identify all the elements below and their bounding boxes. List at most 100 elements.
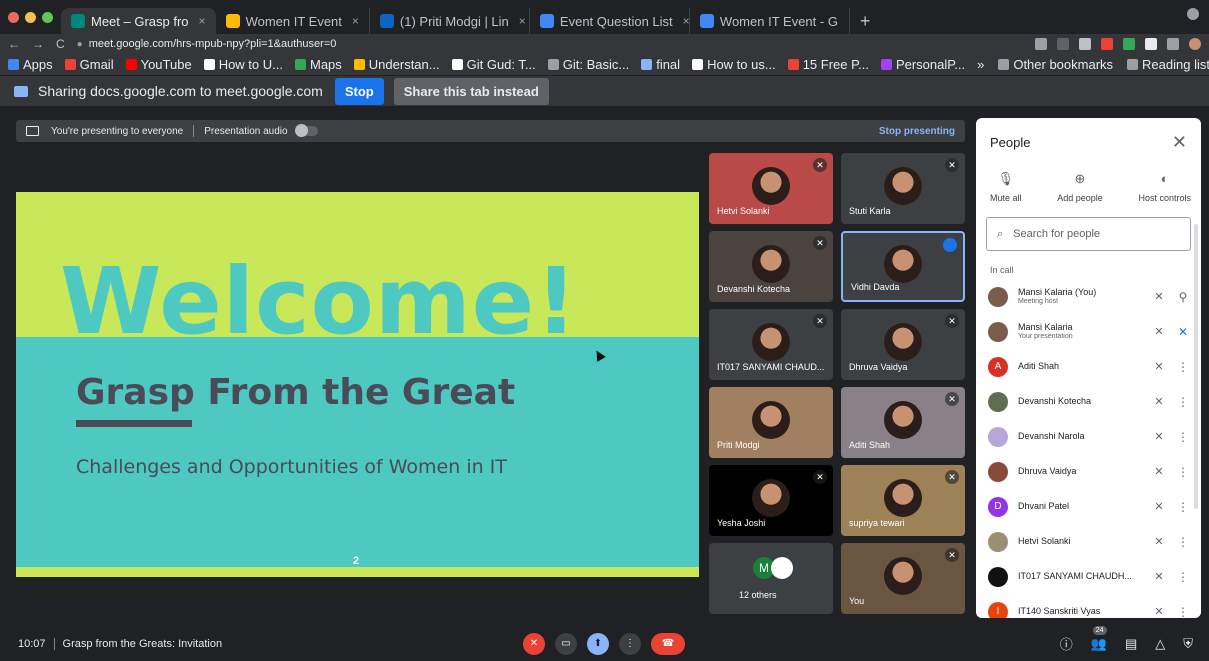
more-vert-icon[interactable]: ⋮ <box>1177 570 1189 584</box>
mic-off-icon[interactable]: ✕ <box>1151 290 1167 303</box>
extension-icon[interactable] <box>1101 38 1113 50</box>
chat-icon[interactable]: ▤ <box>1125 636 1137 652</box>
browser-tab[interactable]: Event Question List × <box>530 8 690 34</box>
present-button[interactable]: ⬆ <box>587 632 609 655</box>
more-vert-icon[interactable]: ⋮ <box>1177 465 1189 479</box>
mic-off-icon[interactable]: ✕ <box>1151 570 1167 583</box>
bookmark-item[interactable]: How to U... <box>203 57 283 72</box>
browser-tab[interactable]: (1) Priti Modgi | Lin × <box>370 8 530 34</box>
participant-row[interactable]: Mansi Kalaria (You) Meeting host ✕ ⚲ <box>976 279 1201 314</box>
unpin-icon[interactable]: ✕ <box>1177 325 1189 339</box>
bookmark-item[interactable]: YouTube <box>125 57 192 72</box>
participant-row[interactable]: D Dhvani Patel ✕ ⋮ <box>976 489 1201 524</box>
participant-row[interactable]: I IT140 Sanskriti Vyas ✕ ⋮ <box>976 594 1201 618</box>
minimize-window-icon[interactable] <box>25 11 36 23</box>
star-icon[interactable] <box>1079 38 1091 50</box>
mic-off-icon[interactable]: ✕ <box>1151 605 1167 618</box>
participant-row[interactable]: A Aditi Shah ✕ ⋮ <box>976 349 1201 384</box>
stop-sharing-button[interactable]: Stop <box>334 77 384 105</box>
mic-off-icon[interactable]: ✕ <box>1151 465 1167 478</box>
tab-close-icon[interactable]: × <box>352 14 359 28</box>
participant-tile[interactable]: Priti Modgi <box>709 387 833 458</box>
chrome-menu-icon[interactable] <box>1187 8 1199 20</box>
tab-close-icon[interactable]: × <box>199 14 206 28</box>
media-icon[interactable] <box>1167 38 1179 50</box>
close-window-icon[interactable] <box>8 11 19 23</box>
url-field[interactable]: ● meet.google.com/hrs-mpub-npy?pli=1&aut… <box>77 38 1023 50</box>
participant-tile[interactable]: Dhruva Vaidya ✕ <box>841 309 965 380</box>
browser-tab[interactable]: Women IT Event × <box>216 8 370 34</box>
maximize-window-icon[interactable] <box>42 11 53 23</box>
back-icon[interactable]: ← <box>8 37 20 51</box>
more-vert-icon[interactable]: ⋮ <box>1177 500 1189 514</box>
participant-tile[interactable]: Vidhi Davda <box>841 231 965 302</box>
bookmark-item[interactable]: PersonalP... <box>880 57 965 72</box>
cast-icon[interactable] <box>1035 38 1047 50</box>
mic-off-icon[interactable]: ✕ <box>1151 395 1167 408</box>
host-controls-button[interactable]: ◐ Host controls <box>1138 171 1191 203</box>
mic-off-icon[interactable]: ✕ <box>1151 535 1167 548</box>
mic-off-icon[interactable]: ✕ <box>1151 325 1167 338</box>
pin-icon[interactable]: ⚲ <box>1177 290 1189 304</box>
share-page-icon[interactable] <box>1057 38 1069 50</box>
other-bookmarks[interactable]: Other bookmarks <box>998 57 1113 72</box>
participant-row[interactable]: Hetvi Solanki ✕ ⋮ <box>976 524 1201 559</box>
participant-tile[interactable]: Devanshi Kotecha ✕ <box>709 231 833 302</box>
more-options-button[interactable]: ⋮ <box>619 632 641 655</box>
participant-row[interactable]: Dhruva Vaidya ✕ ⋮ <box>976 454 1201 489</box>
share-this-tab-button[interactable]: Share this tab instead <box>393 77 549 105</box>
participant-row[interactable]: Devanshi Narola ✕ ⋮ <box>976 419 1201 454</box>
presentation-audio-toggle[interactable] <box>294 124 318 137</box>
bookmark-item[interactable]: Git: Basic... <box>547 57 629 72</box>
participant-tile[interactable]: M 12 others <box>709 543 833 614</box>
puzzle-icon[interactable] <box>1145 38 1157 50</box>
participant-row[interactable]: Mansi Kalaria Your presentation ✕ ✕ <box>976 314 1201 349</box>
new-tab-button[interactable]: + <box>850 8 881 34</box>
participant-tile[interactable]: Stuti Karla ✕ <box>841 153 965 224</box>
more-vert-icon[interactable]: ⋮ <box>1177 395 1189 409</box>
more-vert-icon[interactable]: ⋮ <box>1177 535 1189 549</box>
bookmark-item[interactable]: final <box>641 57 680 72</box>
browser-tab[interactable]: Women IT Event - G× <box>690 8 850 34</box>
more-vert-icon[interactable]: ⋮ <box>1177 430 1189 444</box>
browser-tab[interactable]: Meet – Grasp fro × <box>61 8 216 34</box>
people-scrollbar[interactable] <box>1194 224 1198 509</box>
mic-off-icon[interactable]: ✕ <box>1151 430 1167 443</box>
forward-icon[interactable]: → <box>32 37 44 51</box>
participant-row[interactable]: IT017 SANYAMI CHAUDH... ✕ ⋮ <box>976 559 1201 594</box>
bookmark-item[interactable]: Git Gud: T... <box>451 57 536 72</box>
participant-tile[interactable]: Hetvi Solanki ✕ <box>709 153 833 224</box>
add-people-button[interactable]: ⊕ Add people <box>1057 171 1103 203</box>
participant-tile[interactable]: You ✕ <box>841 543 965 614</box>
camera-toggle-button[interactable]: ▭ <box>555 632 577 655</box>
reload-icon[interactable]: C <box>56 37 65 51</box>
reading-list[interactable]: Reading list <box>1127 57 1209 72</box>
bookmark-item[interactable]: Understan... <box>353 57 440 72</box>
leave-call-button[interactable]: ☎ <box>651 632 685 655</box>
stop-presenting-button[interactable]: Stop presenting <box>879 126 955 137</box>
tab-close-icon[interactable]: × <box>683 14 689 28</box>
participant-tile[interactable]: supriya tewari ✕ <box>841 465 965 536</box>
participant-row[interactable]: Devanshi Kotecha ✕ ⋮ <box>976 384 1201 419</box>
search-people-input[interactable]: ⌕ Search for people <box>986 217 1191 251</box>
activities-icon[interactable]: △ <box>1155 636 1165 652</box>
extension-icon[interactable] <box>1123 38 1135 50</box>
bookmark-item[interactable]: Apps <box>8 57 53 72</box>
bookmark-item[interactable]: How to us... <box>692 57 776 72</box>
bookmark-item[interactable]: Maps <box>294 57 342 72</box>
more-bookmarks-button[interactable]: » <box>977 57 984 72</box>
participant-tile[interactable]: IT017 SANYAMI CHAUD... ✕ <box>709 309 833 380</box>
info-icon[interactable]: ⓘ <box>1060 634 1073 653</box>
close-icon[interactable]: ✕ <box>1172 132 1187 153</box>
people-button[interactable]: 👥 24 <box>1091 625 1107 652</box>
tab-close-icon[interactable]: × <box>519 14 526 28</box>
bookmark-item[interactable]: Gmail <box>64 57 114 72</box>
mic-off-icon[interactable]: ✕ <box>1151 500 1167 513</box>
profile-avatar[interactable] <box>1189 38 1201 50</box>
mic-off-icon[interactable]: ✕ <box>1151 360 1167 373</box>
participant-tile[interactable]: Aditi Shah ✕ <box>841 387 965 458</box>
more-vert-icon[interactable]: ⋮ <box>1177 360 1189 374</box>
mute-all-button[interactable]: 🎙 Mute all <box>990 171 1022 203</box>
bookmark-item[interactable]: 15 Free P... <box>787 57 869 72</box>
host-controls-icon[interactable]: ⛨ <box>1183 636 1193 652</box>
